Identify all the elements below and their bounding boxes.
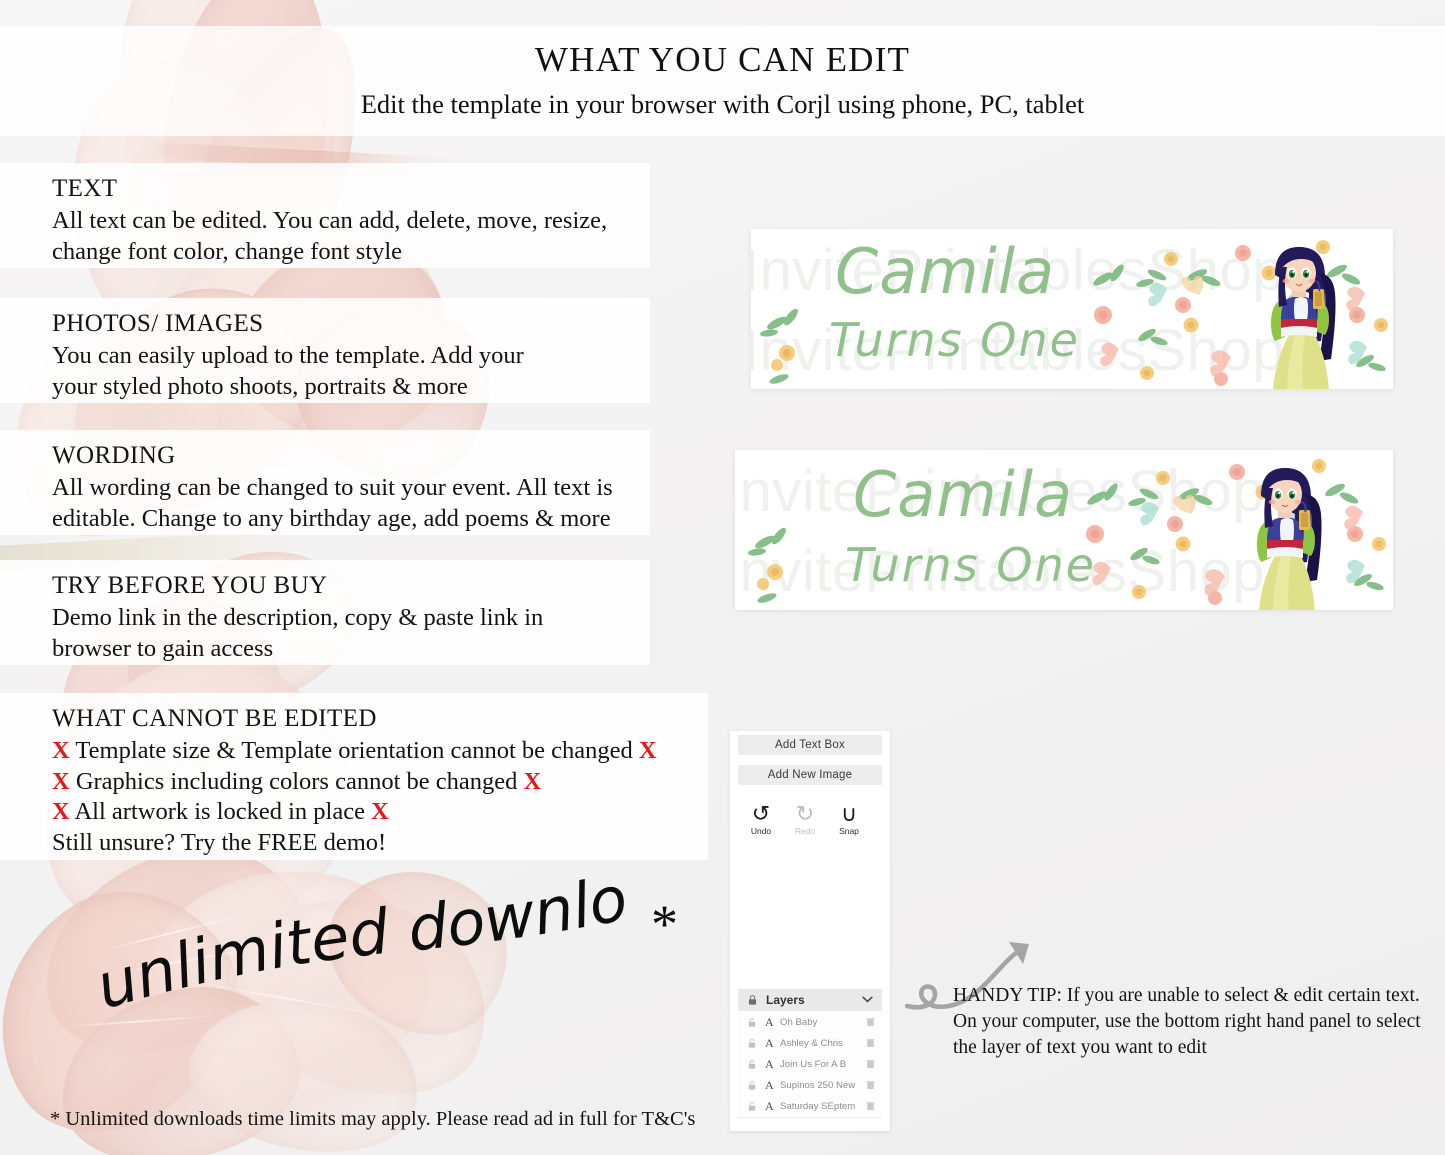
- cannot-edit-item-text: Template size & Template orientation can…: [75, 737, 633, 764]
- section-body-line: browser to gain access: [52, 634, 274, 662]
- layer-name: Oh Baby: [780, 1017, 818, 1028]
- layer-row[interactable]: A Saturday SEptem: [738, 1096, 882, 1119]
- layer-row[interactable]: A Ashley & Chris: [738, 1033, 882, 1056]
- trash-icon[interactable]: [866, 1101, 875, 1111]
- x-mark-icon: X: [523, 767, 542, 795]
- label-preview-top: InvitePrintablesShop InvitePrintablesSho…: [751, 229, 1393, 389]
- label-name-text: Camila: [835, 235, 1056, 308]
- layer-name: Ashley & Chris: [780, 1038, 843, 1049]
- section-heading: TEXT: [52, 175, 118, 202]
- lock-open-icon[interactable]: [748, 1102, 756, 1111]
- label-subtitle-text: Turns One: [829, 313, 1080, 367]
- script-text-span: unlimited downloads: [76, 847, 633, 1023]
- add-new-image-button[interactable]: Add New Image: [738, 765, 882, 785]
- chevron-down-icon[interactable]: [862, 996, 873, 1003]
- page-root: WHAT YOU CAN EDIT Edit the template in y…: [0, 0, 1445, 1155]
- x-mark-icon: X: [52, 767, 70, 795]
- cannot-edit-item: X Graphics including colors cannot be ch…: [52, 767, 708, 798]
- section-body-line: All text can be edited. You can add, del…: [52, 207, 608, 234]
- x-mark-icon: X: [371, 798, 389, 826]
- redo-tool[interactable]: ↻ Redo: [786, 801, 824, 837]
- layer-name: Join Us For A B: [780, 1059, 847, 1070]
- undo-label: Undo: [750, 826, 772, 836]
- corjl-editor-panel: Add Text Box Add New Image ↺ Undo ↻ Redo…: [730, 731, 890, 1131]
- handy-tip-text: HANDY TIP: If you are unable to select &…: [953, 983, 1445, 1061]
- text-layer-icon: A: [765, 1036, 774, 1050]
- text-layer-icon: A: [765, 1057, 774, 1071]
- snap-tool[interactable]: ∪ Snap: [830, 801, 868, 837]
- lock-open-icon[interactable]: [748, 1039, 756, 1048]
- unlimited-downloads-script: unlimited downloads *: [76, 847, 678, 1035]
- trash-icon[interactable]: [866, 1059, 875, 1069]
- section-heading: WORDING: [52, 442, 176, 469]
- cannot-edit-item-text: All artwork is locked in place: [74, 798, 365, 826]
- lock-open-icon[interactable]: [748, 1081, 756, 1090]
- layer-row[interactable]: A Supinos 250 New: [738, 1075, 882, 1098]
- section-body: Demo link in the description, copy & pas…: [52, 603, 650, 664]
- section-text: TEXT All text can be edited. You can add…: [0, 163, 650, 268]
- script-svg: unlimited downloads: [76, 847, 633, 1023]
- snap-label: Snap: [839, 826, 859, 836]
- text-layer-icon: A: [765, 1078, 774, 1092]
- handy-tip-line: the layer of text you want to edit: [953, 1036, 1207, 1058]
- section-wording: WORDING All wording can be changed to su…: [0, 430, 650, 535]
- cannot-edit-closing: Still unsure? Try the FREE demo!: [52, 829, 387, 857]
- label-name-text: Camila: [853, 458, 1074, 531]
- page-subtitle: Edit the template in your browser with C…: [360, 89, 1085, 119]
- section-try-before-you-buy: TRY BEFORE YOU BUY Demo link in the desc…: [0, 560, 650, 665]
- section-body-line: You can easily upload to the template. A…: [52, 342, 524, 369]
- add-text-box-button[interactable]: Add Text Box: [738, 735, 882, 755]
- lock-open-icon[interactable]: [748, 1060, 756, 1069]
- text-layer-icon: A: [765, 1015, 774, 1029]
- redo-label: Redo: [794, 826, 816, 836]
- redo-icon: ↻: [795, 801, 815, 826]
- label-preview-bottom: InvitePrintablesShop InvitePrintablesSho…: [735, 450, 1393, 610]
- cannot-edit-item: X Template size & Template orientation c…: [52, 736, 708, 767]
- undo-icon: ↺: [751, 801, 771, 826]
- text-layer-icon: A: [765, 1099, 774, 1113]
- label-subtitle-text: Turns One: [845, 538, 1096, 592]
- x-mark-icon: X: [638, 737, 657, 764]
- section-body-line: change font color, change font style: [52, 237, 403, 265]
- trash-icon[interactable]: [866, 1080, 875, 1090]
- lock-open-icon[interactable]: [748, 1018, 756, 1027]
- page-title: WHAT YOU CAN EDIT: [534, 40, 911, 79]
- cannot-edit-list: X Template size & Template orientation c…: [52, 736, 708, 859]
- section-body-line: editable. Change to any birthday age, ad…: [52, 504, 611, 532]
- trash-icon[interactable]: [866, 1017, 875, 1027]
- section-body-line: All wording can be changed to suit your …: [52, 474, 613, 501]
- section-heading: WHAT CANNOT BE EDITED: [52, 705, 377, 732]
- section-body: All text can be edited. You can add, del…: [52, 206, 650, 267]
- section-heading: TRY BEFORE YOU BUY: [52, 572, 328, 599]
- snap-icon: ∪: [840, 801, 858, 826]
- undo-tool[interactable]: ↺ Undo: [742, 801, 780, 837]
- section-body: All wording can be changed to suit your …: [52, 473, 650, 534]
- section-body-line: Demo link in the description, copy & pas…: [52, 604, 544, 631]
- x-mark-icon: X: [52, 737, 70, 764]
- asterisk-mark: *: [651, 894, 678, 954]
- downloads-footnote: * Unlimited downloads time limits may ap…: [50, 1108, 696, 1130]
- section-heading: PHOTOS/ IMAGES: [52, 310, 264, 337]
- layer-row[interactable]: A Join Us For A B: [738, 1054, 882, 1077]
- section-body-line: your styled photo shoots, portraits & mo…: [52, 372, 468, 400]
- cannot-edit-item: X All artwork is locked in place X: [52, 797, 708, 828]
- cannot-edit-item-text: Graphics including colors cannot be chan…: [75, 767, 518, 795]
- handy-tip-line: HANDY TIP: If you are unable to select &…: [953, 985, 1420, 1006]
- trash-icon[interactable]: [866, 1038, 875, 1048]
- layer-name: Saturday SEptem: [780, 1101, 856, 1112]
- x-mark-icon: X: [52, 798, 70, 826]
- page-header: WHAT YOU CAN EDIT Edit the template in y…: [0, 26, 1445, 136]
- lock-icon: [748, 995, 757, 1005]
- script-text: unlimited downloads: [76, 847, 633, 1023]
- section-body: You can easily upload to the template. A…: [52, 341, 650, 402]
- section-photos-images: PHOTOS/ IMAGES You can easily upload to …: [0, 298, 650, 403]
- layers-header[interactable]: Layers: [738, 989, 882, 1011]
- section-cannot-be-edited: WHAT CANNOT BE EDITED X Template size & …: [0, 693, 708, 860]
- handy-tip-line: On your computer, use the bottom right h…: [953, 1010, 1421, 1032]
- layer-row[interactable]: A Oh Baby: [738, 1012, 882, 1035]
- layers-title: Layers: [766, 993, 805, 1007]
- layer-name: Supinos 250 New: [780, 1080, 856, 1091]
